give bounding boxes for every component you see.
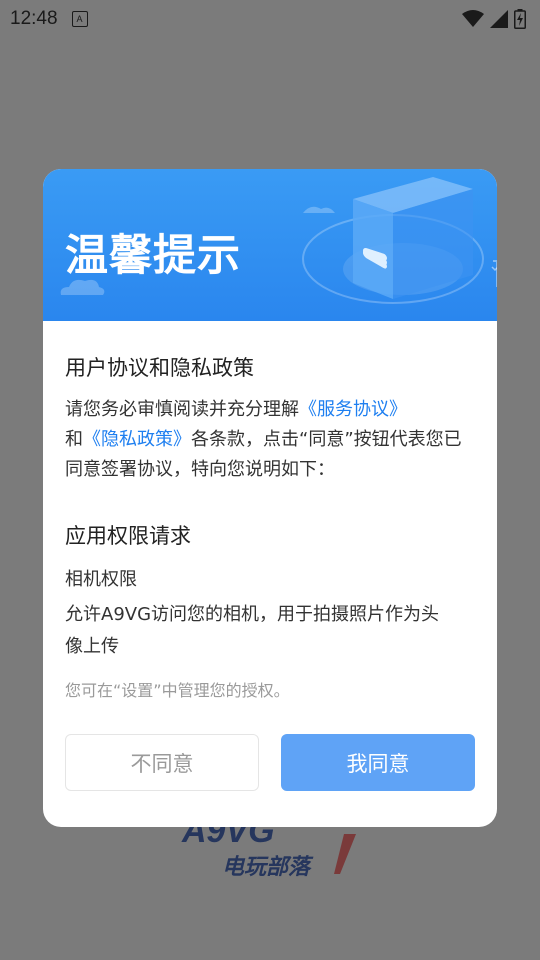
dialog-body: 用户协议和隐私政策 请您务必审慎阅读并充分理解《服务协议》 和《隐私政策》各条款，… [43,321,497,703]
permission-name: 相机权限 [65,569,137,590]
and-text: 和 [65,429,83,450]
document-illustration [302,177,497,304]
dialog-actions: 不同意 我同意 [65,734,475,791]
cell-signal-icon [490,10,508,28]
section-title-agreements: 用户协议和隐私政策 [65,356,254,380]
wifi-icon [462,10,484,27]
dialog-header: 温馨提示 [43,169,497,321]
service-agreement-link[interactable]: 《服务协议》 [299,399,407,420]
status-bar: 12:48 A [0,0,540,38]
agreement-paragraph: 请您务必审慎阅读并充分理解《服务协议》 和《隐私政策》各条款，点击“同意”按钮代表… [65,395,475,485]
agree-button[interactable]: 我同意 [281,734,475,791]
section-title-permissions: 应用权限请求 [65,524,191,548]
status-time: 12:48 [10,8,58,29]
intro-prefix: 请您务必审慎阅读并充分理解 [65,399,299,420]
dialog-title: 温馨提示 [65,231,241,281]
disagree-button[interactable]: 不同意 [65,734,259,791]
consent-dialog: 温馨提示 用户协议和隐私政策 请您务必审慎阅读并充分理解《服务协议》和《隐私政策… [43,169,497,827]
privacy-policy-link[interactable]: 《隐私政策》 [83,429,191,450]
notification-icon: A [71,11,88,27]
permission-description: 允许A9VG访问您的相机，用于拍摄照片作为头像上传 [65,604,440,657]
battery-charging-icon [514,9,526,29]
settings-hint: 您可在“设置”中管理您的授权。 [65,681,290,700]
logo-text-bottom: 电玩部落 [222,854,314,880]
